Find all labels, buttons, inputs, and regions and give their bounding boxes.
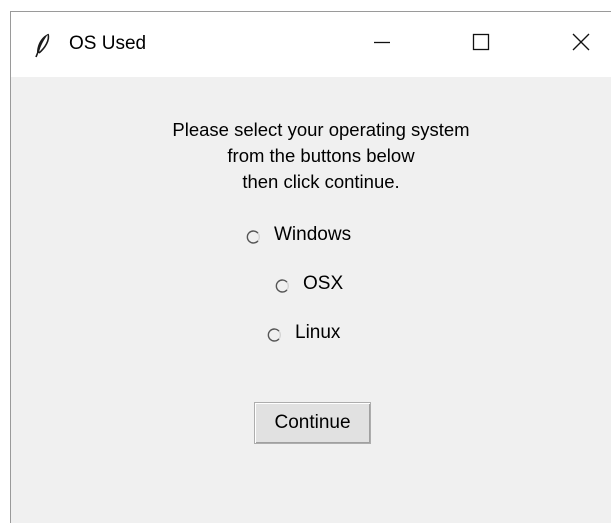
instructions-text: Please select your operating system from… [11,117,611,195]
close-icon [571,32,591,57]
radio-osx[interactable]: OSX [275,273,343,295]
radio-label[interactable]: Linux [295,322,340,344]
radio-label[interactable]: OSX [303,273,343,295]
radio-button-icon[interactable] [267,326,282,342]
instruction-line: Please select your operating system [172,119,470,140]
radio-label[interactable]: Windows [274,224,351,246]
window-title: OS Used [69,33,147,54]
app-window: OS Used Please select your operating sys… [10,11,611,523]
continue-button[interactable]: Continue [254,402,371,444]
maximize-icon [471,32,491,57]
minimize-button[interactable] [359,26,405,62]
instruction-line: from the buttons below [227,145,415,166]
feather-icon [33,32,53,58]
window-content: Please select your operating system from… [11,77,611,523]
maximize-button[interactable] [458,26,504,62]
close-button[interactable] [558,26,604,62]
radio-linux[interactable]: Linux [267,322,340,344]
title-bar[interactable]: OS Used [11,12,611,77]
instruction-line: then click continue. [242,171,400,192]
minimize-icon [372,32,392,57]
radio-button-icon[interactable] [275,277,290,293]
radio-windows[interactable]: Windows [246,224,351,246]
radio-button-icon[interactable] [246,228,261,244]
